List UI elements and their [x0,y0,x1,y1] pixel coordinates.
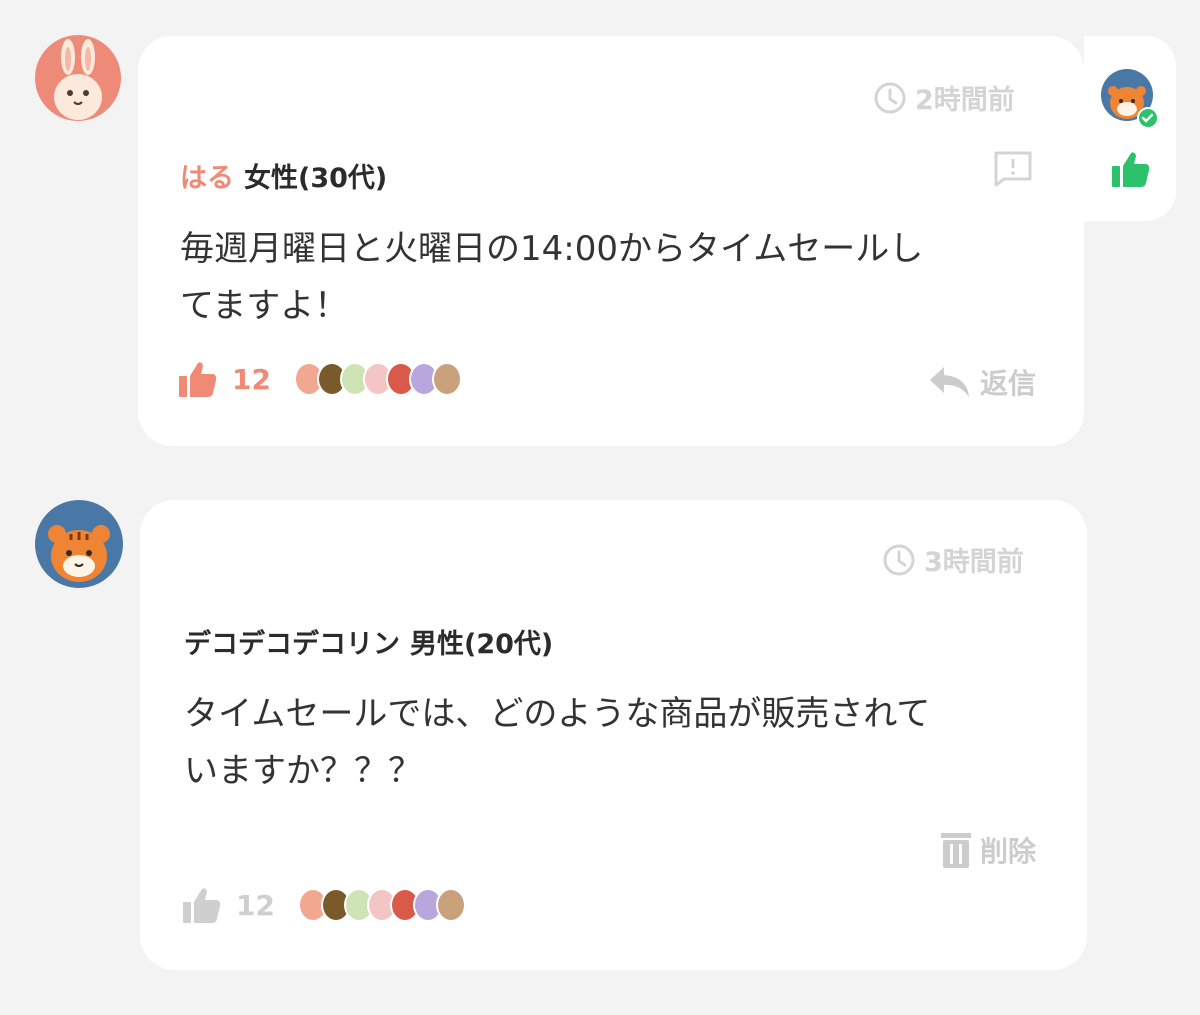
rabbit-avatar-icon [54,39,102,120]
reactor-avatars[interactable] [294,362,462,396]
comment-text-line: タイムセールでは、どのような商品が販売されて [184,694,931,734]
comment-time: 3時間前 [882,540,1024,579]
comment-text: タイムセールでは、どのような商品が販売されて いますか？？？ [184,686,1064,800]
like-count: 12 [236,888,275,922]
reactor-avatar [432,362,462,396]
comment-card: 2時間前 はる 女性(30代) 毎週月曜日と火曜日の14:00からタイムセールし … [138,36,1084,446]
like-button[interactable]: 12 [182,886,275,924]
time-label: 2時間前 [915,85,1015,116]
reactor-avatar [436,888,466,922]
thumbs-up-icon[interactable] [1111,150,1151,188]
comment-text-line: てますよ！ [180,286,349,326]
comment-time: 2時間前 [873,78,1015,117]
tiger-avatar-icon [48,525,110,582]
user-name-row: デコデコデコリン 男性(20代) [184,622,553,661]
check-badge-icon [1137,107,1159,129]
user-name[interactable]: はる [180,163,234,194]
delete-label: 削除 [980,835,1037,868]
time-label: 3時間前 [924,547,1024,578]
report-flag-icon[interactable] [993,150,1033,188]
side-panel [1084,36,1176,221]
tiger-avatar[interactable] [35,500,123,588]
clock-icon [874,82,906,113]
user-name-row: はる 女性(30代) [180,156,387,195]
user-meta: 男性(20代) [410,629,554,660]
user-meta: 女性(30代) [244,163,388,194]
delete-button[interactable]: 削除 [940,830,1036,870]
comment-text-line: いますか？？？ [184,751,422,791]
trash-icon [941,833,971,868]
user-name[interactable]: デコデコデコリン [184,629,400,660]
reactor-avatars[interactable] [298,888,466,922]
thumbs-up-icon [179,362,217,397]
like-button[interactable]: 12 [178,360,271,398]
comment-card: 3時間前 デコデコデコリン 男性(20代) タイムセールでは、どのような商品が販売… [140,500,1087,970]
thumbs-up-icon [183,888,221,923]
rabbit-avatar[interactable] [35,35,121,121]
reply-button[interactable]: 返信 [928,362,1036,402]
reply-arrow-icon [930,367,969,397]
reply-label: 返信 [980,367,1037,400]
comment-text-line: 毎週月曜日と火曜日の14:00からタイムセールし [180,229,924,269]
comment-text: 毎週月曜日と火曜日の14:00からタイムセールし てますよ！ [180,221,1060,335]
clock-icon [883,544,915,575]
like-count: 12 [232,362,271,396]
